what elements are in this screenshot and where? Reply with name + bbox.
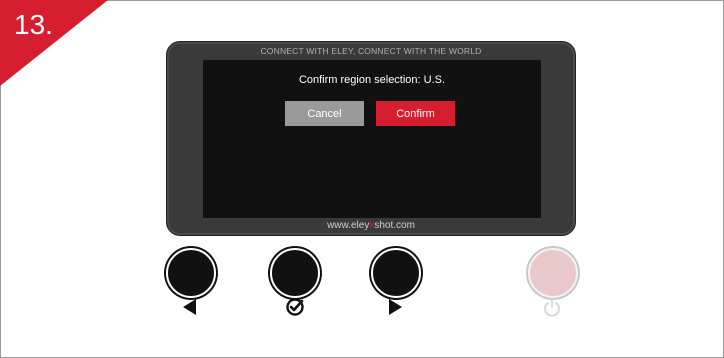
url-prefix: www.eley (327, 220, 370, 231)
device-url: www.eleyxshot.com (167, 220, 575, 231)
confirm-message: Confirm region selection: U.S. (298, 74, 446, 86)
left-button[interactable] (166, 248, 216, 298)
cancel-button[interactable]: Cancel (285, 101, 364, 126)
right-button[interactable] (371, 248, 421, 298)
power-icon (544, 298, 560, 317)
power-button[interactable] (528, 248, 578, 298)
left-arrow-icon (183, 299, 196, 315)
select-button[interactable] (270, 248, 320, 298)
url-suffix: shot.com (374, 220, 415, 231)
right-arrow-icon (389, 299, 402, 315)
step-number: 13. (14, 9, 53, 40)
device-screen: Confirm region selection: U.S. Cancel Co… (203, 60, 541, 218)
device-tagline: CONNECT WITH ELEY, CONNECT WITH THE WORL… (260, 46, 482, 56)
confirm-button[interactable]: Confirm (376, 101, 455, 126)
device-body: CONNECT WITH ELEY, CONNECT WITH THE WORL… (166, 41, 576, 236)
check-circle-icon (286, 298, 304, 316)
